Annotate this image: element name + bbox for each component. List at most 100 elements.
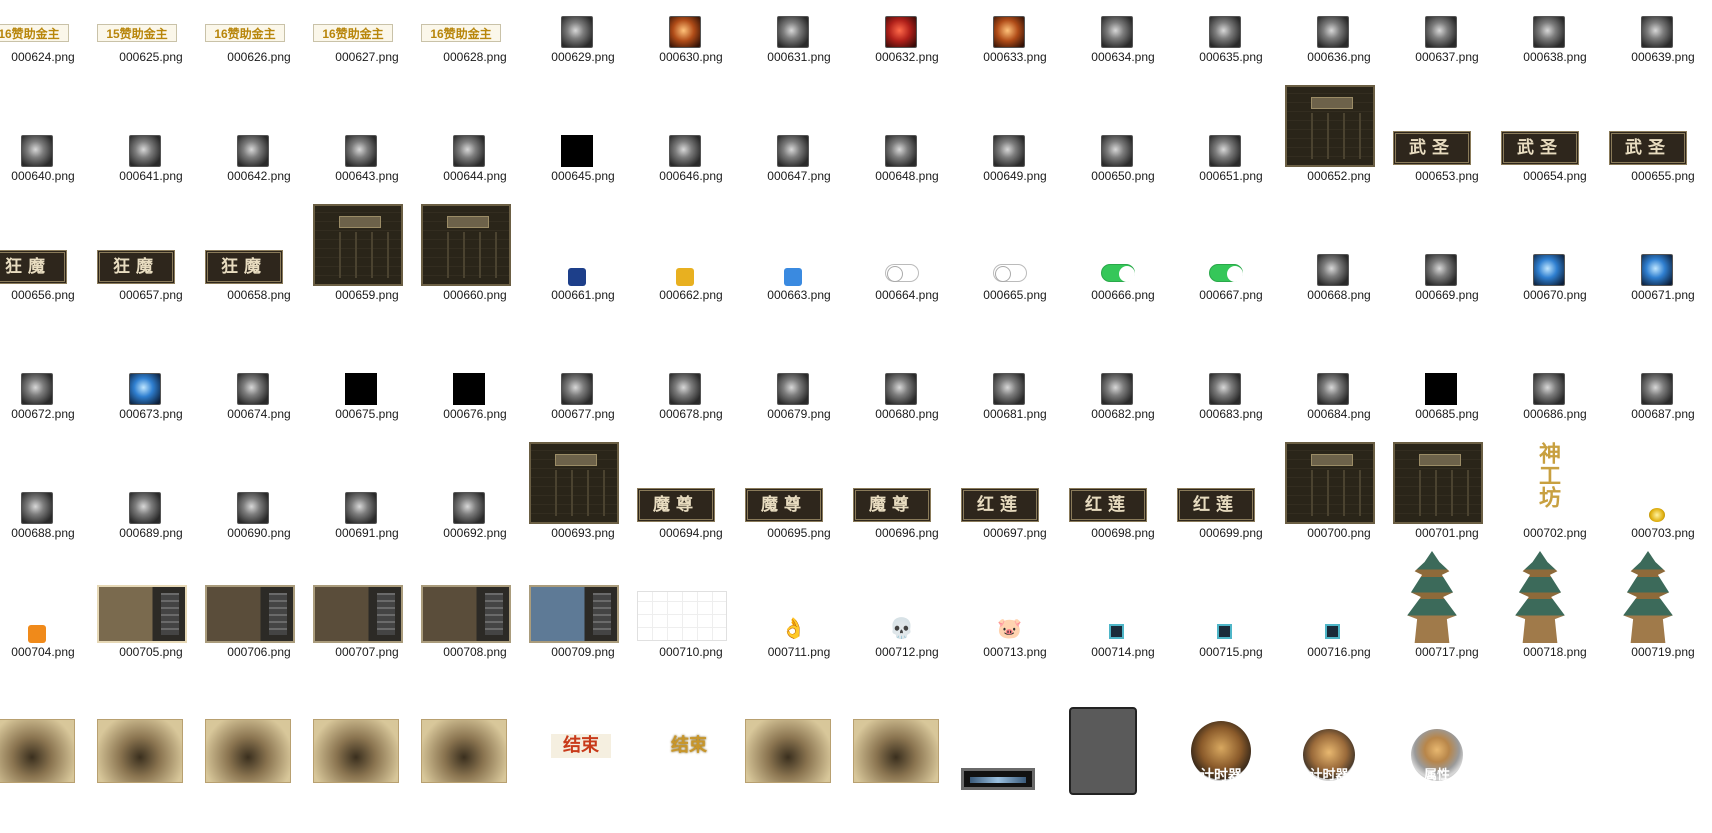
file-thumbnail[interactable]: [421, 204, 529, 288]
file-item[interactable]: 武圣 000653.png: [1393, 119, 1501, 238]
file-item[interactable]: 000676.png: [421, 357, 529, 476]
file-thumbnail[interactable]: [421, 357, 529, 407]
file-thumbnail[interactable]: 16赞助金主: [421, 0, 529, 50]
file-thumbnail[interactable]: 魔尊: [637, 476, 745, 526]
file-item[interactable]: 000630.png: [637, 0, 745, 119]
file-thumbnail[interactable]: [421, 585, 529, 645]
file-thumbnail[interactable]: 结束: [637, 714, 745, 764]
file-thumbnail[interactable]: [637, 357, 745, 407]
file-thumbnail[interactable]: [529, 357, 637, 407]
file-thumbnail[interactable]: [529, 119, 637, 169]
file-thumbnail[interactable]: 16赞助金主: [313, 0, 421, 50]
file-item[interactable]: 000661.png: [529, 238, 637, 357]
file-item[interactable]: 000719.png: [1609, 551, 1712, 714]
file-thumbnail[interactable]: [1285, 85, 1393, 169]
file-thumbnail[interactable]: 15赞助金主: [97, 0, 205, 50]
file-item[interactable]: 000634.png: [1069, 0, 1177, 119]
file-item[interactable]: 计时器: [1177, 714, 1285, 833]
file-thumbnail[interactable]: [1393, 238, 1501, 288]
file-item[interactable]: 15赞助金主 000625.png: [97, 0, 205, 119]
file-item[interactable]: 000664.png: [853, 238, 961, 357]
file-item[interactable]: 000646.png: [637, 119, 745, 238]
file-item[interactable]: 000703.png: [1609, 476, 1712, 595]
file-thumbnail[interactable]: [97, 476, 205, 526]
file-item[interactable]: 结束: [529, 714, 637, 833]
file-item[interactable]: 000662.png: [637, 238, 745, 357]
file-item[interactable]: 000704.png: [0, 595, 97, 714]
file-item[interactable]: 000714.png: [1069, 595, 1177, 714]
file-item[interactable]: 000650.png: [1069, 119, 1177, 238]
file-item[interactable]: 000705.png: [97, 585, 205, 714]
file-thumbnail[interactable]: [205, 585, 313, 645]
file-thumbnail[interactable]: [313, 585, 421, 645]
file-item[interactable]: [745, 714, 853, 833]
file-item[interactable]: 狂魔 000656.png: [0, 238, 97, 357]
file-item[interactable]: [313, 714, 421, 833]
file-item[interactable]: 000672.png: [0, 357, 97, 476]
file-item[interactable]: 计时器: [1285, 714, 1393, 833]
file-thumbnail[interactable]: [637, 119, 745, 169]
file-item[interactable]: 000688.png: [0, 476, 97, 595]
file-item[interactable]: 000710.png: [637, 591, 745, 714]
file-item[interactable]: 000640.png: [0, 119, 97, 238]
file-item[interactable]: 000715.png: [1177, 595, 1285, 714]
file-item[interactable]: 000647.png: [745, 119, 853, 238]
file-thumbnail[interactable]: [0, 595, 97, 645]
file-thumbnail[interactable]: 计时器: [1285, 714, 1393, 781]
file-item[interactable]: 000716.png: [1285, 595, 1393, 714]
file-item[interactable]: 000682.png: [1069, 357, 1177, 476]
file-item[interactable]: 000671.png: [1609, 238, 1712, 357]
file-thumbnail[interactable]: [1177, 0, 1285, 50]
file-thumbnail[interactable]: 红莲: [1069, 476, 1177, 526]
file-item[interactable]: 红莲 000698.png: [1069, 476, 1177, 595]
file-thumbnail[interactable]: 红莲: [1177, 476, 1285, 526]
file-item[interactable]: 000645.png: [529, 119, 637, 238]
file-thumbnail[interactable]: 狂魔: [205, 238, 313, 288]
file-item[interactable]: 000683.png: [1177, 357, 1285, 476]
file-thumbnail[interactable]: [529, 442, 637, 526]
file-item[interactable]: 000665.png: [961, 238, 1069, 357]
file-thumbnail[interactable]: [529, 238, 637, 288]
file-thumbnail[interactable]: [1609, 238, 1712, 288]
file-item[interactable]: 000667.png: [1177, 238, 1285, 357]
file-item[interactable]: 000681.png: [961, 357, 1069, 476]
file-item[interactable]: 000632.png: [853, 0, 961, 119]
file-thumbnail[interactable]: [853, 714, 961, 783]
file-item[interactable]: 000639.png: [1609, 0, 1712, 119]
file-item[interactable]: 000717.png: [1393, 551, 1501, 714]
file-item[interactable]: [421, 714, 529, 833]
file-item[interactable]: [853, 714, 961, 833]
file-item[interactable]: 000675.png: [313, 357, 421, 476]
file-item[interactable]: 000670.png: [1501, 238, 1609, 357]
file-item[interactable]: 000669.png: [1393, 238, 1501, 357]
file-item[interactable]: 000668.png: [1285, 238, 1393, 357]
file-item[interactable]: 000701.png: [1393, 442, 1501, 595]
file-thumbnail[interactable]: 16赞助金主: [0, 0, 97, 50]
file-item[interactable]: 000635.png: [1177, 0, 1285, 119]
file-thumbnail[interactable]: [961, 238, 1069, 288]
file-item[interactable]: 16赞助金主 000624.png: [0, 0, 97, 119]
file-item[interactable]: 000663.png: [745, 238, 853, 357]
file-thumbnail[interactable]: [961, 714, 1069, 790]
file-thumbnail[interactable]: [1285, 357, 1393, 407]
file-thumbnail[interactable]: [0, 357, 97, 407]
file-thumbnail[interactable]: [205, 714, 313, 783]
file-item[interactable]: 魔尊 000694.png: [637, 476, 745, 595]
file-thumbnail[interactable]: [1285, 442, 1393, 526]
file-thumbnail[interactable]: [529, 0, 637, 50]
file-item[interactable]: 000673.png: [97, 357, 205, 476]
file-item[interactable]: 16赞助金主 000628.png: [421, 0, 529, 119]
file-item[interactable]: 狂魔 000658.png: [205, 238, 313, 357]
file-item[interactable]: 000707.png: [313, 585, 421, 714]
file-item[interactable]: 000641.png: [97, 119, 205, 238]
file-thumbnail[interactable]: [1393, 442, 1501, 526]
file-item[interactable]: 000680.png: [853, 357, 961, 476]
file-thumbnail[interactable]: [1609, 551, 1712, 645]
file-thumbnail[interactable]: [853, 238, 961, 288]
file-thumbnail[interactable]: [1177, 357, 1285, 407]
file-thumbnail[interactable]: [97, 357, 205, 407]
file-thumbnail[interactable]: 武圣: [1609, 119, 1712, 169]
file-thumbnail[interactable]: [1501, 551, 1609, 645]
file-item[interactable]: 000690.png: [205, 476, 313, 595]
file-item[interactable]: 000692.png: [421, 476, 529, 595]
